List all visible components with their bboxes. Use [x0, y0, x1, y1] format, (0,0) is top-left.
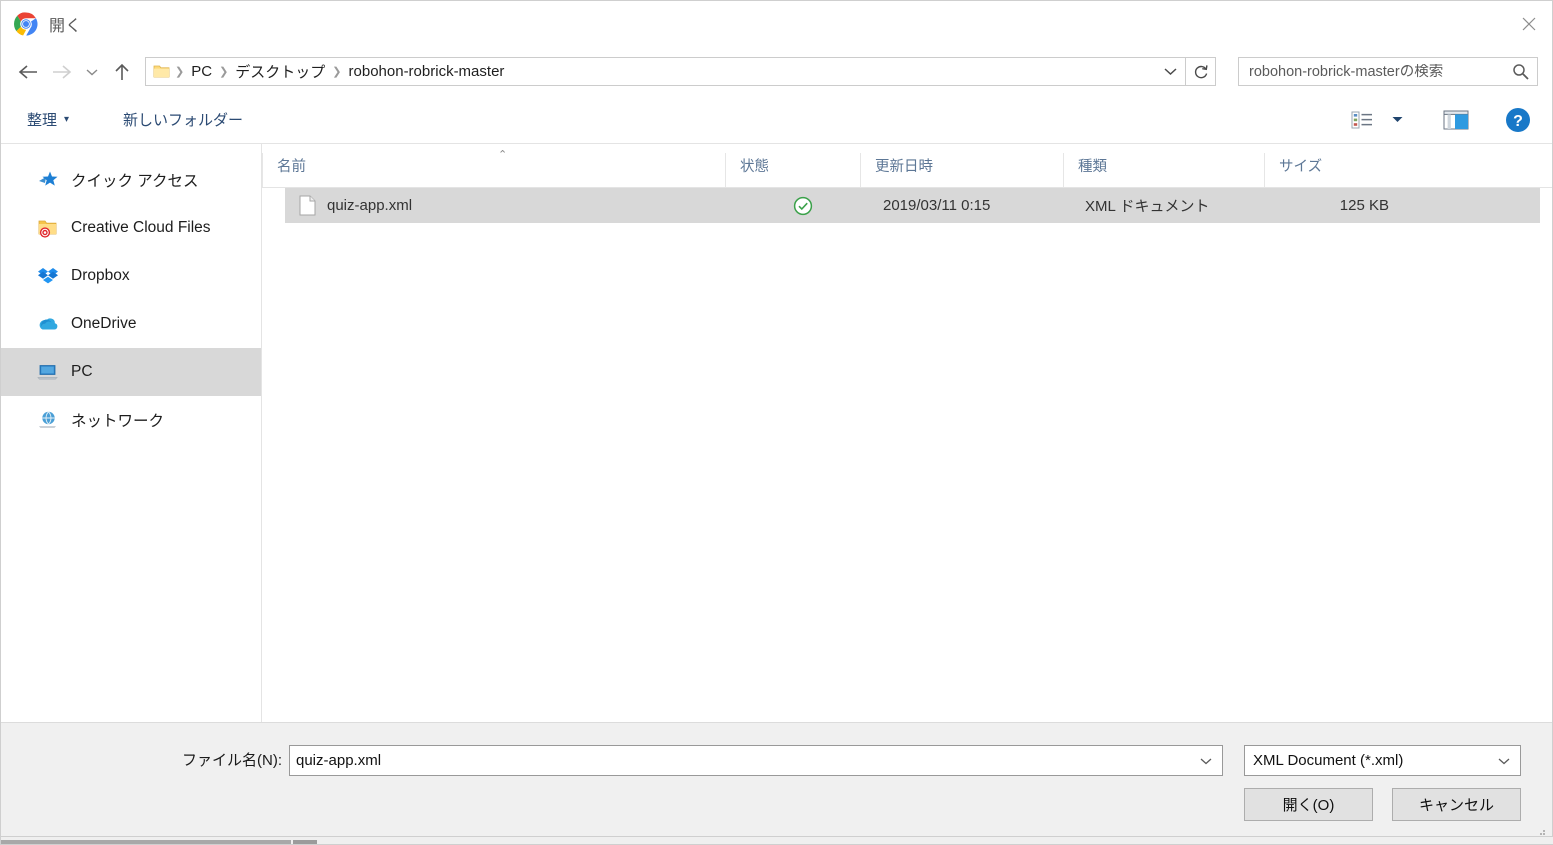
preview-pane-icon[interactable] — [1436, 103, 1476, 137]
column-header-modified[interactable]: 更新日時 — [860, 153, 1063, 187]
sidebar-item-label: ネットワーク — [71, 413, 165, 430]
file-size-cell: 125 KB — [1339, 197, 1389, 214]
sidebar-item-label: クイック アクセス — [71, 173, 199, 190]
xml-document-icon — [299, 195, 316, 216]
file-name-cell[interactable]: quiz-app.xml — [285, 195, 737, 216]
column-header-row: ⌃ 名前 状態 更新日時 種類 サイズ — [262, 144, 1552, 188]
filename-input[interactable] — [296, 752, 1194, 769]
cancel-button[interactable]: キャンセル — [1392, 788, 1521, 821]
sidebar-item-pc[interactable]: PC — [1, 348, 261, 396]
sidebar-item-onedrive[interactable]: OneDrive — [1, 300, 261, 348]
sidebar-item-label: OneDrive — [71, 315, 137, 332]
column-header-size[interactable]: サイズ — [1264, 153, 1402, 187]
up-one-level-button[interactable] — [105, 55, 139, 89]
this-pc-icon — [37, 362, 59, 382]
open-button[interactable]: 開く(O) — [1244, 788, 1373, 821]
breadcrumb-separator: ❯ — [332, 66, 342, 78]
sync-complete-check-icon — [793, 196, 813, 215]
breadcrumb-separator: ❯ — [175, 66, 185, 78]
breadcrumb-item-pc[interactable]: PC — [185, 63, 218, 80]
view-options-caret-down-icon[interactable] — [1382, 103, 1412, 137]
breadcrumb-item-current-folder[interactable]: robohon-robrick-master — [343, 63, 511, 80]
file-list-pane: ⌃ 名前 状態 更新日時 種類 サイズ quiz-app.xml 2019/03… — [262, 144, 1552, 722]
file-type-filter-value: XML Document (*.xml) — [1253, 752, 1404, 769]
new-folder-button[interactable]: 新しいフォルダー — [117, 105, 249, 134]
file-type-filter-combobox[interactable]: XML Document (*.xml) — [1244, 745, 1521, 776]
file-open-dialog: 開く ❯ PC ❯ デスクトップ ❯ robohon-robrick-maste… — [0, 0, 1553, 845]
svg-text:?: ? — [1513, 113, 1523, 130]
sidebar-item-quick-access[interactable]: クイック アクセス — [1, 156, 261, 204]
organize-button[interactable]: 整理 ▾ — [21, 105, 75, 134]
folder-icon — [153, 64, 170, 79]
file-type-cell: XML ドキュメント — [1085, 198, 1210, 215]
organize-label: 整理 — [27, 112, 58, 129]
filename-label: ファイル名(N): — [182, 752, 282, 769]
view-list-icon[interactable] — [1342, 103, 1382, 137]
column-header-name[interactable]: 名前 — [262, 153, 725, 187]
window-bottom-edge — [1, 836, 1553, 844]
title-bar: 開く — [1, 1, 1552, 47]
quick-access-star-icon — [37, 170, 59, 190]
sidebar-item-network[interactable]: ネットワーク — [1, 396, 261, 444]
sidebar-item-creative-cloud-files[interactable]: Creative Cloud Files — [1, 204, 261, 252]
chevron-down-icon[interactable] — [1194, 757, 1218, 765]
dropbox-icon — [37, 266, 59, 286]
close-icon[interactable] — [1506, 1, 1552, 47]
sidebar-item-label: Creative Cloud Files — [71, 219, 211, 236]
horizontal-scrollbar-track[interactable] — [1, 840, 291, 844]
file-name-text: quiz-app.xml — [327, 197, 413, 214]
refresh-icon[interactable] — [1186, 57, 1216, 86]
window-title: 開く — [49, 18, 82, 35]
dialog-footer — [1, 722, 1552, 844]
table-row[interactable]: quiz-app.xml 2019/03/11 0:15 XML ドキュメント … — [285, 188, 1540, 223]
dialog-body: クイック アクセス Creative Cloud Files Dropbox O… — [1, 144, 1552, 722]
horizontal-scrollbar-thumb[interactable] — [293, 840, 317, 844]
navigation-bar: ❯ PC ❯ デスクトップ ❯ robohon-robrick-master — [1, 47, 1552, 96]
chrome-icon — [14, 12, 38, 36]
toolbar-right-group: ? — [1342, 103, 1538, 137]
breadcrumb-separator: ❯ — [219, 66, 229, 78]
chevron-down-icon[interactable] — [1155, 58, 1185, 85]
recent-locations-button[interactable] — [79, 55, 105, 89]
navigation-sidebar: クイック アクセス Creative Cloud Files Dropbox O… — [1, 144, 262, 722]
filename-row — [289, 745, 1223, 776]
command-toolbar: 整理 ▾ 新しいフォルダー ? — [1, 96, 1552, 144]
help-icon[interactable]: ? — [1498, 103, 1538, 137]
forward-button[interactable] — [45, 55, 79, 89]
network-icon — [37, 410, 59, 430]
search-box[interactable] — [1238, 57, 1538, 86]
chevron-down-icon[interactable] — [1492, 757, 1516, 765]
caret-down-icon: ▾ — [64, 114, 70, 125]
file-rows-container: quiz-app.xml 2019/03/11 0:15 XML ドキュメント … — [262, 188, 1552, 722]
search-input[interactable] — [1249, 63, 1512, 80]
sidebar-item-label: Dropbox — [71, 267, 130, 284]
file-status-cell — [737, 196, 869, 216]
new-folder-label: 新しいフォルダー — [123, 112, 244, 129]
back-button[interactable] — [11, 55, 45, 89]
file-modified-cell: 2019/03/11 0:15 — [883, 197, 991, 214]
column-header-status[interactable]: 状態 — [725, 153, 860, 187]
column-header-type[interactable]: 種類 — [1063, 153, 1264, 187]
address-breadcrumb-bar[interactable]: ❯ PC ❯ デスクトップ ❯ robohon-robrick-master — [145, 57, 1186, 86]
onedrive-cloud-icon — [37, 314, 59, 334]
filename-combobox[interactable] — [289, 745, 1223, 776]
search-icon[interactable] — [1512, 63, 1529, 80]
sidebar-item-label: PC — [71, 363, 93, 380]
sort-ascending-icon: ⌃ — [498, 149, 508, 161]
sidebar-item-dropbox[interactable]: Dropbox — [1, 252, 261, 300]
breadcrumb-item-desktop[interactable]: デスクトップ — [229, 61, 331, 82]
creative-cloud-folder-icon — [37, 218, 59, 238]
